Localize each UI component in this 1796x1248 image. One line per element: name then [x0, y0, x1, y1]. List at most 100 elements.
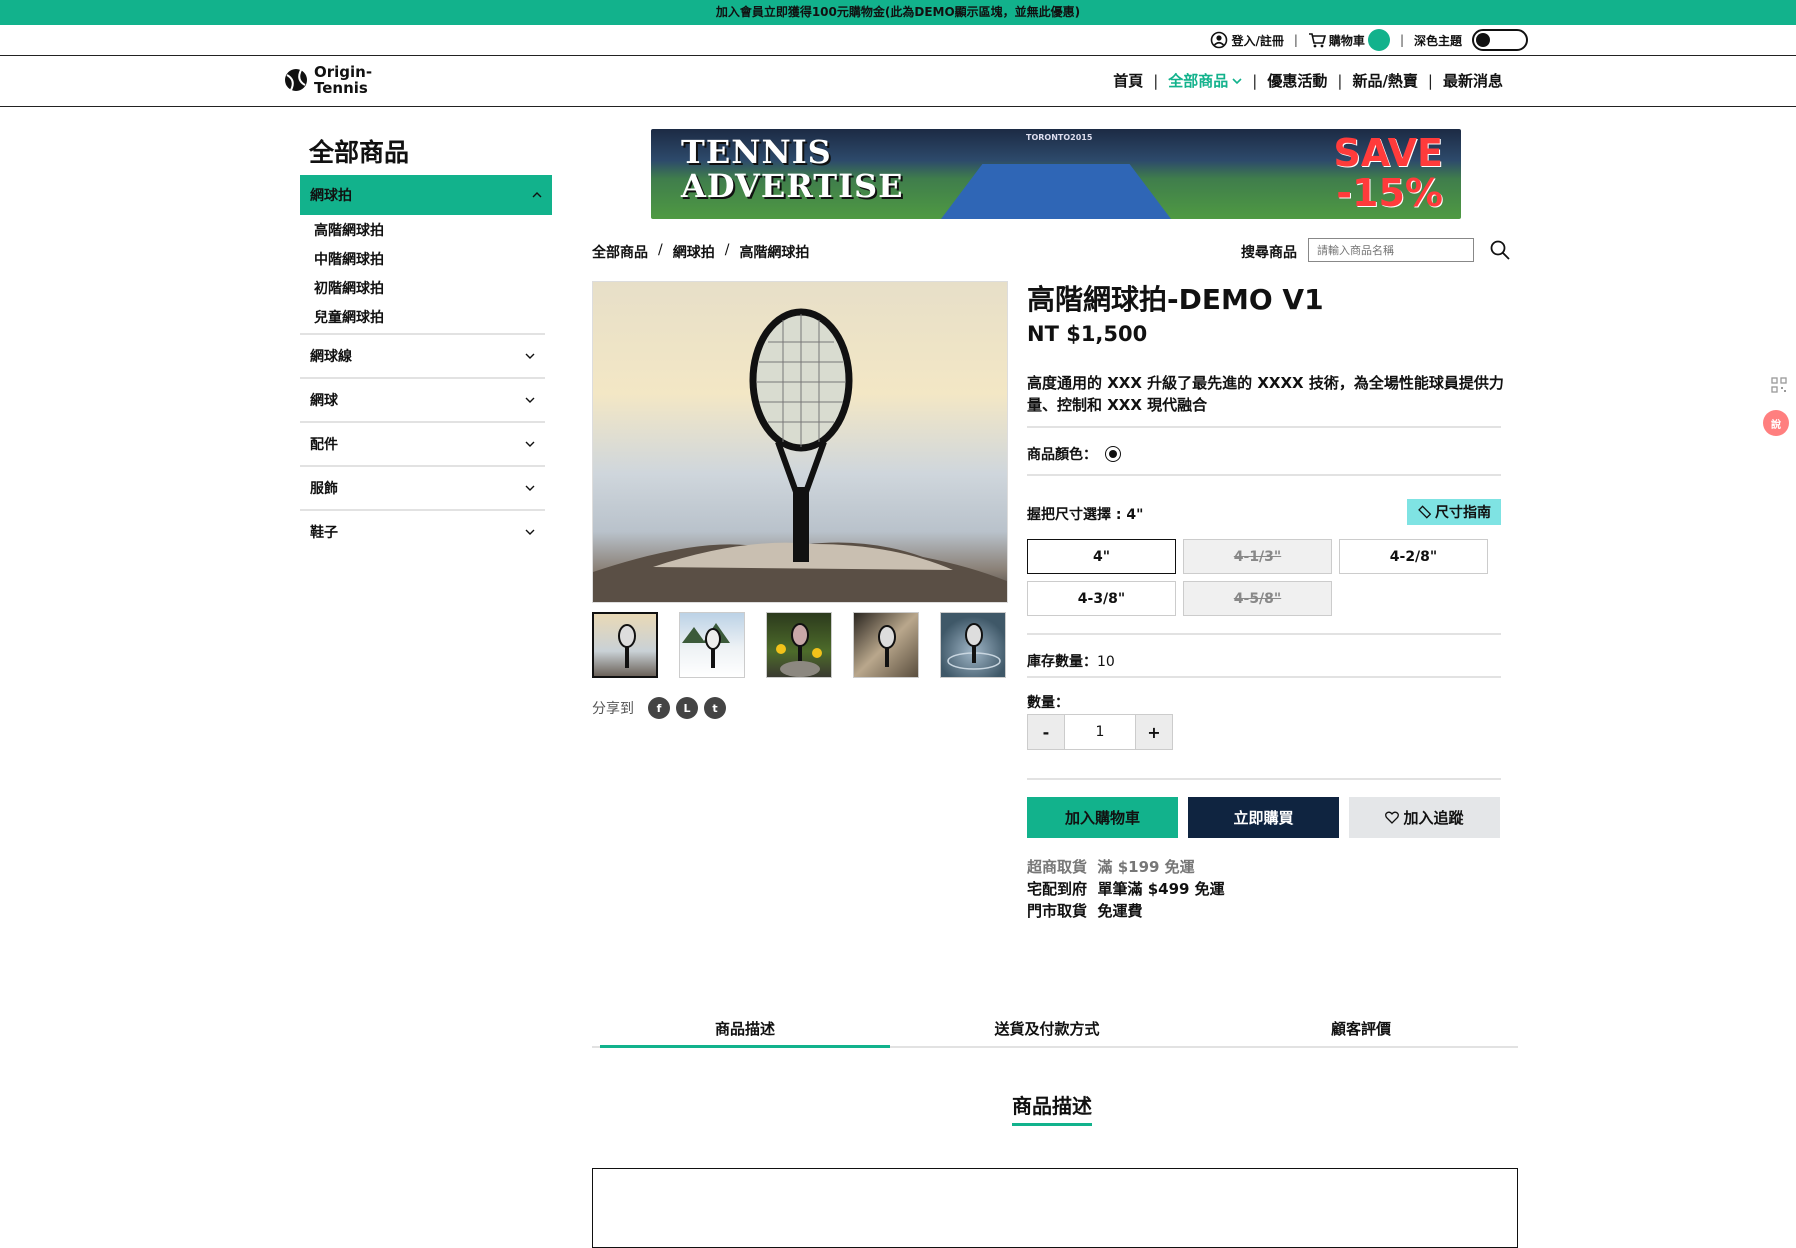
cart-link[interactable]: 購物車	[1308, 29, 1390, 51]
grip-size-label: 握把尺寸選擇 : 4"	[1027, 507, 1144, 523]
utility-bar: 登入/註冊 | 購物車 | 深色主題	[1210, 27, 1528, 53]
dark-theme-toggle[interactable]	[1472, 29, 1528, 51]
section-title: 商品描述	[1012, 1090, 1092, 1126]
shipping-row: 門市取貨 免運費	[1027, 900, 1225, 922]
shipping-info: 超商取貨 滿 $199 免運 宅配到府 單筆滿 $499 免運 門市取貨 免運費	[1027, 856, 1225, 922]
description-content-box	[592, 1168, 1518, 1248]
utility-divider: |	[1293, 33, 1298, 47]
banner-court-image	[941, 164, 1171, 219]
quantity-decrease-button[interactable]: -	[1028, 715, 1064, 749]
chevron-down-icon	[1232, 77, 1242, 84]
product-tabs: 商品描述 送貨及付款方式 顧客評價	[592, 1016, 1518, 1048]
purchase-actions: 加入購物車 立即購買 加入追蹤	[1027, 797, 1500, 838]
sidebar-category-rackets[interactable]: 網球拍	[300, 175, 552, 215]
search-input[interactable]	[1308, 238, 1474, 262]
add-to-cart-button[interactable]: 加入購物車	[1027, 797, 1178, 838]
size-option[interactable]: 4-2/8"	[1339, 539, 1488, 574]
thumbnail-image[interactable]	[853, 612, 919, 678]
nav-item-home[interactable]: 首頁	[1103, 70, 1153, 91]
banner-save-text: SAVE	[1333, 131, 1443, 175]
sidebar-subcategory[interactable]: 初階網球拍	[314, 278, 384, 307]
breadcrumb-item[interactable]: 網球拍	[673, 242, 715, 262]
sidebar-category-apparel[interactable]: 服飾	[300, 465, 545, 509]
share-row: 分享到 f L t	[592, 697, 726, 719]
stock-label: 庫存數量：	[1027, 654, 1097, 670]
nav-item-promotions[interactable]: 優惠活動	[1257, 70, 1337, 91]
shipping-row: 宅配到府 單筆滿 $499 免運	[1027, 878, 1225, 900]
search-icon	[1490, 240, 1510, 260]
thumbnail-image[interactable]	[679, 612, 745, 678]
promo-text: 加入會員立即獲得100元購物金(此為DEMO顯示區塊，並無此優惠)	[715, 5, 1081, 19]
divider	[1027, 676, 1501, 678]
nav-item-news[interactable]: 最新消息	[1433, 70, 1513, 91]
sidebar-category-shoes[interactable]: 鞋子	[300, 509, 545, 553]
racket-thumbnail	[947, 623, 1001, 670]
qr-code-button[interactable]	[1766, 370, 1792, 400]
sidebar-category-balls[interactable]: 網球	[300, 377, 545, 421]
breadcrumb-item[interactable]: 全部商品	[592, 242, 648, 262]
sidebar-category-label: 網球	[310, 393, 338, 409]
tab-description[interactable]: 商品描述	[600, 1016, 890, 1048]
sidebar-subcategory[interactable]: 中階網球拍	[314, 249, 384, 278]
nav-divider-line	[0, 106, 1796, 107]
thumbnail-image[interactable]	[940, 612, 1006, 678]
banner-percent-text: -15%	[1336, 171, 1443, 215]
size-guide-label: 尺寸指南	[1435, 505, 1491, 521]
size-option[interactable]: 4-5/8"	[1183, 581, 1332, 616]
color-swatch-black[interactable]	[1105, 446, 1121, 462]
share-label: 分享到	[592, 701, 634, 717]
login-link[interactable]: 登入/註冊	[1210, 31, 1284, 49]
banner-discount: SAVE -15%	[1333, 133, 1443, 213]
divider	[1027, 633, 1501, 635]
twitter-icon[interactable]: t	[704, 697, 726, 719]
chevron-up-icon	[532, 192, 542, 198]
nav-item-new-hot[interactable]: 新品/熱賣	[1342, 70, 1427, 91]
sidebar-subcategory[interactable]: 兒童網球拍	[314, 307, 384, 336]
sidebar-category-accessories[interactable]: 配件	[300, 421, 545, 465]
shipping-note: 單筆滿 $499 免運	[1097, 880, 1225, 898]
chevron-down-icon	[525, 485, 535, 491]
size-guide-button[interactable]: 尺寸指南	[1407, 499, 1501, 525]
tab-shipping-payment[interactable]: 送貨及付款方式	[890, 1016, 1204, 1046]
search-label: 搜尋商品	[1241, 245, 1297, 261]
chevron-down-icon	[525, 529, 535, 535]
brand-name: Origin- Tennis	[314, 64, 372, 96]
cart-icon	[1308, 33, 1326, 48]
shipping-method: 門市取貨	[1027, 902, 1088, 920]
quantity-stepper: - 1 +	[1027, 714, 1173, 750]
facebook-icon[interactable]: f	[648, 697, 670, 719]
thumbnail-image[interactable]	[592, 612, 658, 678]
brand-logo[interactable]: Origin- Tennis	[284, 64, 372, 96]
buy-now-button[interactable]: 立即購買	[1188, 797, 1339, 838]
racket-thumbnail	[682, 623, 730, 668]
line-icon[interactable]: L	[676, 697, 698, 719]
color-label: 商品顏色：	[1027, 447, 1097, 463]
size-option[interactable]: 4-1/3"	[1183, 539, 1332, 574]
breadcrumb-separator: /	[658, 242, 663, 258]
promo-bar: 加入會員立即獲得100元購物金(此為DEMO顯示區塊，並無此優惠)	[0, 0, 1796, 25]
quantity-input[interactable]: 1	[1064, 715, 1136, 749]
heart-icon	[1385, 811, 1400, 824]
tab-reviews[interactable]: 顧客評價	[1204, 1016, 1518, 1046]
add-to-wishlist-button[interactable]: 加入追蹤	[1349, 797, 1500, 838]
nav-item-label: 全部商品	[1168, 72, 1229, 90]
header-divider	[0, 55, 1796, 56]
sidebar-subcategory[interactable]: 高階網球拍	[314, 220, 384, 249]
promo-banner[interactable]: TORONTO2015 TENNIS ADVERTISE SAVE -15%	[651, 129, 1461, 219]
chat-widget-button[interactable]: 說	[1763, 410, 1789, 436]
size-option[interactable]: 4-3/8"	[1027, 581, 1176, 616]
sidebar-category-strings[interactable]: 網球線	[300, 333, 545, 377]
search-button[interactable]	[1489, 239, 1513, 263]
breadcrumb-separator: /	[724, 242, 730, 258]
size-option[interactable]: 4"	[1027, 539, 1176, 574]
banner-headline-line1: TENNIS	[681, 133, 832, 171]
racket-illustration	[593, 308, 1007, 602]
quantity-increase-button[interactable]: +	[1136, 715, 1172, 749]
thumbnail-image[interactable]	[766, 612, 832, 678]
nav-item-all-products[interactable]: 全部商品	[1158, 70, 1252, 91]
breadcrumb-item[interactable]: 高階網球拍	[739, 242, 809, 262]
sidebar-category-label: 網球線	[310, 349, 352, 365]
shipping-note: 免運費	[1097, 902, 1143, 920]
tennis-ball-icon	[285, 69, 307, 91]
product-main-image[interactable]	[592, 281, 1008, 603]
